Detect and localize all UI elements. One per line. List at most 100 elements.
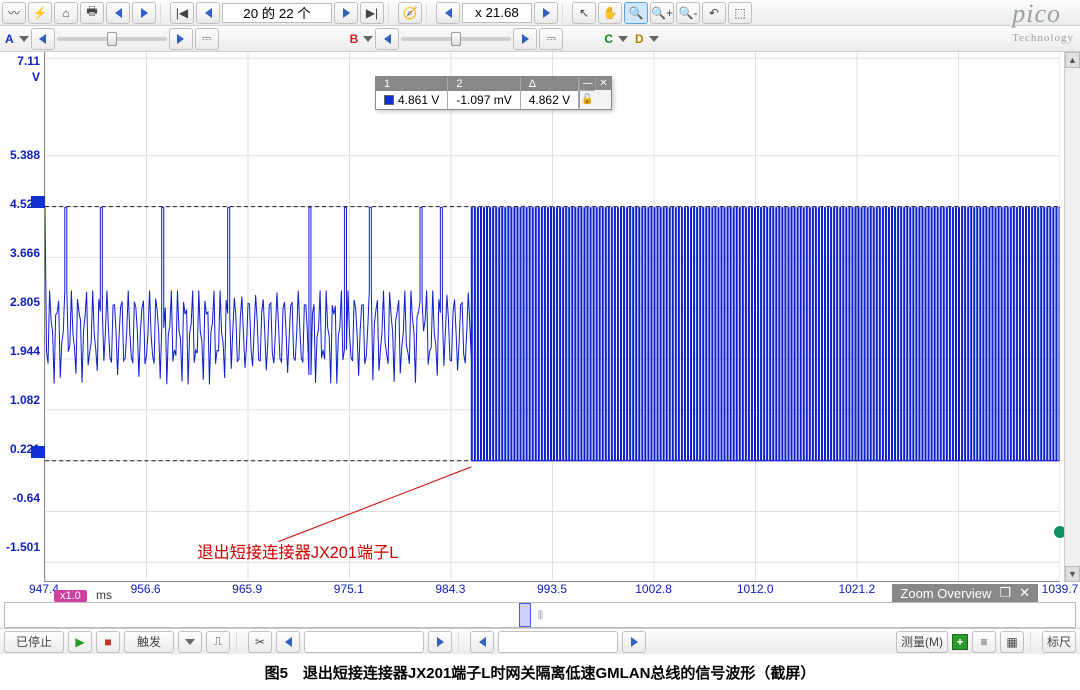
lightning-icon[interactable]: ⚡ (28, 2, 52, 24)
channel-a[interactable]: A ⎓ (2, 28, 219, 50)
next-group-icon[interactable] (132, 2, 156, 24)
trigger-button[interactable]: 触发 (124, 631, 174, 653)
measure-list-icon[interactable]: ≡ (972, 631, 996, 653)
pos-next-icon[interactable] (622, 631, 646, 653)
page-indicator-input[interactable] (222, 3, 332, 23)
plot-area: 7.11 V 5.388 4.527 3.666 2.805 1.944 1.0… (0, 52, 1080, 582)
cursor-minimize-icon[interactable]: — (579, 77, 595, 90)
cursor-ch-indicator (384, 95, 394, 105)
channel-a-label: A (2, 32, 17, 46)
home-icon[interactable]: ⌂ (54, 2, 78, 24)
range-display[interactable] (304, 631, 424, 653)
add-measure-icon[interactable]: + (952, 634, 968, 650)
scroll-down-icon[interactable]: ▼ (1065, 566, 1080, 582)
overview-scrollbar[interactable] (4, 602, 1076, 628)
print-icon[interactable]: 🖶 (80, 2, 104, 24)
channel-d-label: D (632, 32, 647, 46)
cursor-readout[interactable]: 1 4.861 V 2 -1.097 mV Δ 4.862 V — ✕ 🔓 (375, 76, 612, 110)
scroll-up-icon[interactable]: ▲ (1065, 52, 1080, 68)
marquee-icon[interactable]: ⬚ (728, 2, 752, 24)
ruler-button[interactable]: 标尺 (1042, 631, 1076, 653)
ytick-3: 3.666 (0, 246, 40, 260)
channel-a-slider[interactable] (57, 37, 167, 41)
channel-b-dropdown-icon[interactable] (363, 36, 373, 42)
prev-group-icon[interactable] (106, 2, 130, 24)
x-unit: ms (96, 588, 112, 602)
channel-a-next-icon[interactable] (169, 28, 193, 50)
zoom-out-icon[interactable]: 🔍- (676, 2, 700, 24)
range-next-icon[interactable] (428, 631, 452, 653)
overview-thumb[interactable] (519, 603, 531, 627)
channel-d-dropdown-icon[interactable] (649, 36, 659, 42)
overview-restore-icon[interactable]: ❐ (999, 585, 1011, 601)
pos-prev-icon[interactable] (470, 631, 494, 653)
zoom-value-input[interactable] (462, 3, 532, 23)
undo-icon[interactable]: ↶ (702, 2, 726, 24)
trigger-edge-icon[interactable]: ⎍ (206, 631, 230, 653)
plot-canvas[interactable]: 退出短接连接器JX201端子L 1 4.861 V 2 -1.097 mV Δ … (44, 52, 1060, 582)
ytick-6: 1.082 (0, 393, 40, 407)
measure-button[interactable]: 测量(M) (896, 631, 948, 653)
trigger-dropdown-icon[interactable] (178, 631, 202, 653)
xtick-8: 1021.2 (838, 582, 875, 596)
cursor1-marker[interactable] (31, 196, 45, 208)
channel-b-coupling-icon[interactable]: ⎓ (539, 28, 563, 50)
ytick-4: 2.805 (0, 295, 40, 309)
compass-icon[interactable]: 🧭 (398, 2, 422, 24)
xtick-6: 1002.8 (635, 582, 672, 596)
nav-first-icon[interactable]: |◀ (170, 2, 194, 24)
xtick-7: 1012.0 (737, 582, 774, 596)
cursor-col3-hdr: Δ (521, 77, 578, 91)
range-prev-icon[interactable] (276, 631, 300, 653)
channel-a-prev-icon[interactable] (31, 28, 55, 50)
step-left-icon[interactable]: ✂ (248, 631, 272, 653)
logo: pico Technology (1012, 2, 1074, 50)
logo-sub: Technology (1012, 26, 1074, 50)
annotation-text: 退出短接连接器JX201端子L (197, 544, 398, 562)
status-stopped[interactable]: 已停止 (4, 631, 64, 653)
channel-c-label: C (601, 32, 616, 46)
xtick-10: 1039.7 (1042, 582, 1079, 596)
channel-b-next-icon[interactable] (513, 28, 537, 50)
channel-a-dropdown-icon[interactable] (19, 36, 29, 42)
channel-b[interactable]: B ⎓ (347, 28, 564, 50)
run-icon[interactable]: ▶ (68, 631, 92, 653)
hand-icon[interactable]: ✋ (598, 2, 622, 24)
vertical-scrollbar[interactable]: ▲ ▼ (1064, 52, 1080, 582)
channel-b-slider[interactable] (401, 37, 511, 41)
zoom-in-step-icon[interactable] (534, 2, 558, 24)
nav-prev-icon[interactable] (196, 2, 220, 24)
ytick-1: 5.388 (0, 148, 40, 162)
toolbar-main: 〰 ⚡ ⌂ 🖶 |◀ ▶| 🧭 ↖ ✋ 🔍 🔍+ 🔍- ↶ ⬚ pico Tec… (0, 0, 1080, 26)
cursor-col2-hdr: 2 (448, 77, 519, 91)
channel-bar: A ⎓ B ⎓ C D (0, 26, 1080, 52)
zoom-select-icon[interactable]: 🔍 (624, 2, 648, 24)
pos-display[interactable] (498, 631, 618, 653)
zoom-overview-label[interactable]: Zoom Overview ❐ ✕ (892, 584, 1038, 602)
pointer-icon[interactable]: ↖ (572, 2, 596, 24)
y-unit: V (0, 70, 40, 84)
app-root: 〰 ⚡ ⌂ 🖶 |◀ ▶| 🧭 ↖ ✋ 🔍 🔍+ 🔍- ↶ ⬚ pico Tec… (0, 0, 1080, 690)
channel-a-coupling-icon[interactable]: ⎓ (195, 28, 219, 50)
cursor-col1-hdr: 1 (376, 77, 447, 91)
cursor2-marker[interactable] (31, 446, 45, 458)
stop-icon[interactable]: ■ (96, 631, 120, 653)
xtick-5: 993.5 (537, 582, 567, 596)
waveform-icon[interactable]: 〰 (2, 2, 26, 24)
zoom-in-icon[interactable]: 🔍+ (650, 2, 674, 24)
overview-close-icon[interactable]: ✕ (1019, 585, 1030, 601)
channel-c-dropdown-icon[interactable] (618, 36, 628, 42)
channel-b-label: B (347, 32, 362, 46)
cursor-lock-icon[interactable]: 🔓 (579, 90, 595, 108)
channel-b-prev-icon[interactable] (375, 28, 399, 50)
channel-c[interactable]: C (601, 32, 628, 46)
cursor-col1-val: 4.861 V (398, 93, 439, 107)
zoom-out-step-icon[interactable] (436, 2, 460, 24)
nav-last-icon[interactable]: ▶| (360, 2, 384, 24)
cursor-close-icon[interactable]: ✕ (595, 77, 611, 90)
cursor-col3-val: 4.862 V (521, 91, 578, 109)
channel-d[interactable]: D (632, 32, 659, 46)
nav-next-icon[interactable] (334, 2, 358, 24)
zoom-badge[interactable]: x1.0 (54, 590, 87, 602)
measure-grid-icon[interactable]: ▦ (1000, 631, 1024, 653)
